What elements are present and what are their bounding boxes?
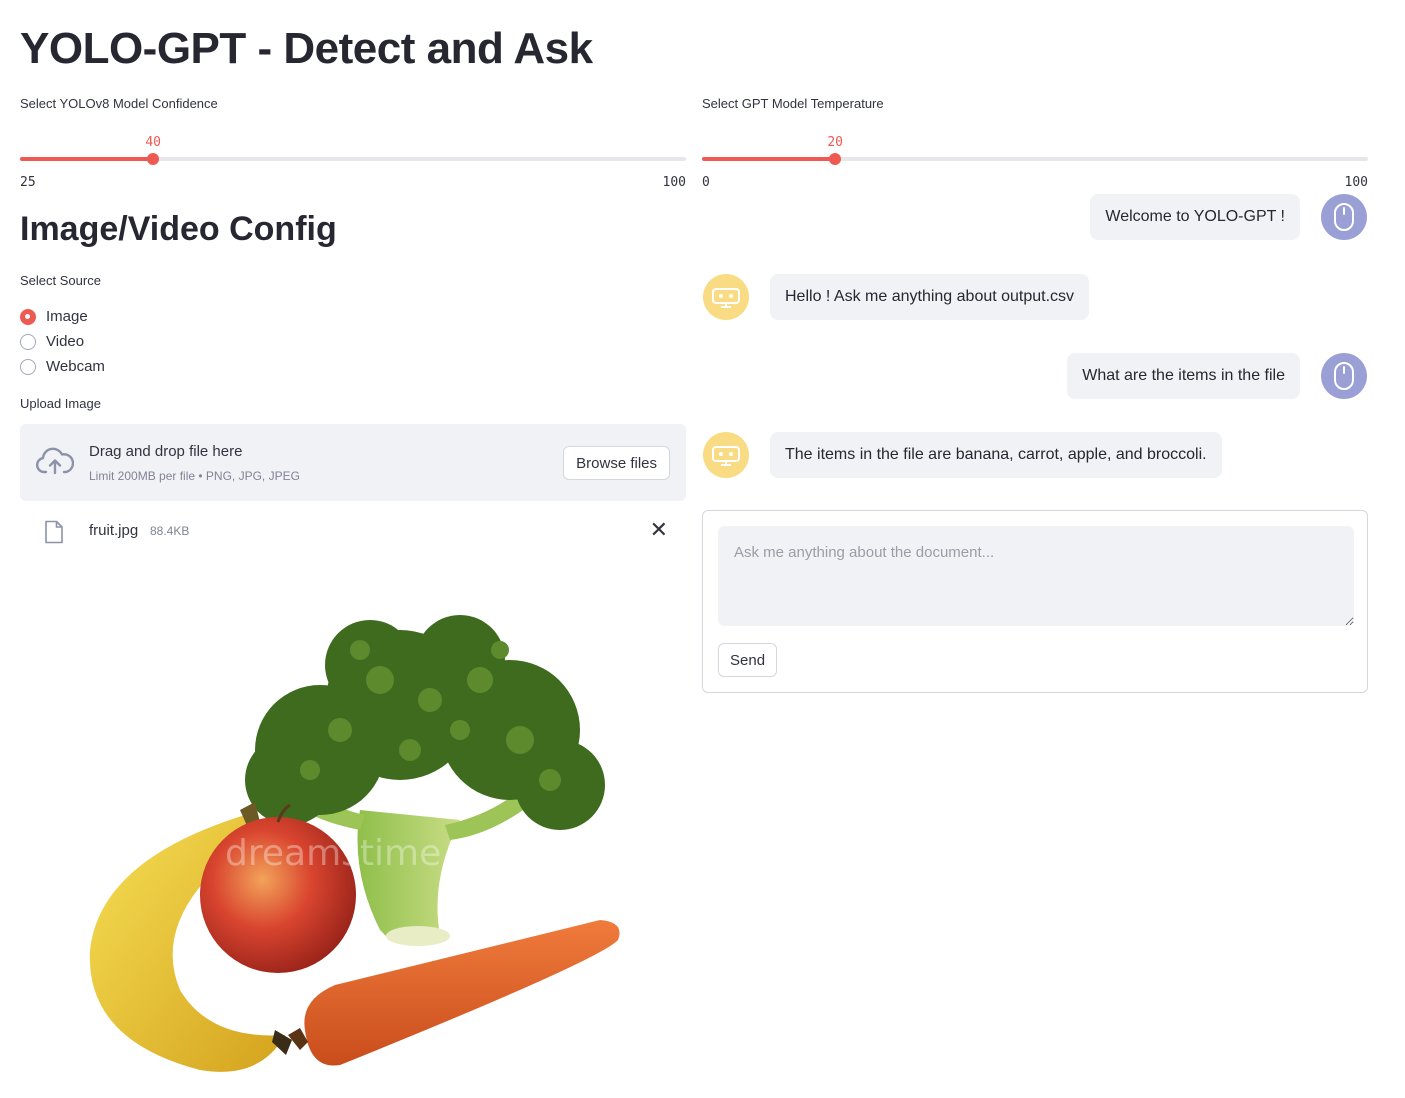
source-option-webcam[interactable]: Webcam [20, 354, 105, 379]
temperature-slider[interactable]: Select GPT Model Temperature 20 0 100 [702, 96, 1368, 190]
confidence-slider-track[interactable] [20, 157, 686, 161]
temperature-slider-thumb[interactable] [829, 153, 842, 165]
chat-bubble: Hello ! Ask me anything about output.csv [770, 274, 1090, 320]
chat-message-user: Welcome to YOLO-GPT ! [1090, 194, 1367, 240]
chat-message-bot: Hello ! Ask me anything about output.csv [703, 274, 1090, 320]
mouse-icon [1334, 362, 1354, 390]
cloud-upload-icon [36, 447, 74, 475]
radio-unchecked-icon[interactable] [20, 358, 36, 375]
dropzone-limit: Limit 200MB per file • PNG, JPG, JPEG [89, 469, 300, 483]
file-dropzone[interactable]: Drag and drop file here Limit 200MB per … [20, 424, 686, 501]
chat-form: Send [702, 510, 1368, 693]
confidence-slider-max: 100 [662, 175, 686, 190]
chat-message-user: What are the items in the file [1067, 353, 1367, 399]
source-option-label: Video [46, 333, 85, 350]
file-name: fruit.jpg [89, 522, 139, 539]
chat-bubble: What are the items in the file [1067, 353, 1300, 399]
user-avatar [1321, 194, 1367, 240]
config-section-title: Image/Video Config [20, 210, 337, 248]
temperature-slider-fill [702, 157, 836, 161]
browse-files-button[interactable]: Browse files [563, 446, 670, 480]
bot-avatar [703, 274, 749, 320]
temperature-slider-track[interactable] [702, 157, 1368, 161]
source-label: Select Source [20, 273, 101, 288]
chat-input[interactable] [718, 526, 1354, 626]
file-icon [45, 520, 63, 544]
user-avatar [1321, 353, 1367, 399]
temperature-slider-value: 20 [827, 135, 844, 150]
confidence-slider[interactable]: Select YOLOv8 Model Confidence 40 25 100 [20, 96, 686, 190]
temperature-slider-min: 0 [702, 175, 710, 190]
file-size: 88.4KB [150, 524, 190, 538]
source-option-image[interactable]: Image [20, 304, 105, 329]
confidence-slider-min: 25 [20, 175, 36, 190]
remove-file-icon[interactable]: ✕ [650, 519, 668, 541]
mouse-icon [1334, 203, 1354, 231]
source-option-video[interactable]: Video [20, 329, 105, 354]
source-option-label: Image [46, 308, 88, 325]
uploaded-image: dreamstime [89, 615, 620, 1072]
confidence-slider-label: Select YOLOv8 Model Confidence [20, 96, 218, 111]
confidence-slider-fill [20, 157, 154, 161]
chat-bubble: Welcome to YOLO-GPT ! [1090, 194, 1300, 240]
uploaded-file: fruit.jpg 88.4KB ✕ [20, 512, 686, 552]
image-watermark: dreamstime [225, 833, 441, 874]
confidence-slider-thumb[interactable] [147, 153, 160, 165]
confidence-slider-value: 40 [145, 135, 162, 150]
temperature-slider-max: 100 [1344, 175, 1368, 190]
source-radio-group: Image Video Webcam [20, 304, 105, 379]
chat-message-bot: The items in the file are banana, carrot… [703, 432, 1222, 478]
chat-bubble: The items in the file are banana, carrot… [770, 432, 1222, 478]
dropzone-title: Drag and drop file here [89, 443, 243, 460]
robot-icon [712, 288, 740, 308]
radio-checked-icon[interactable] [20, 308, 36, 325]
bot-avatar [703, 432, 749, 478]
temperature-slider-label: Select GPT Model Temperature [702, 96, 884, 111]
send-button[interactable]: Send [718, 643, 778, 677]
source-option-label: Webcam [46, 358, 105, 375]
radio-unchecked-icon[interactable] [20, 333, 36, 350]
robot-icon [712, 446, 740, 466]
upload-label: Upload Image [20, 396, 101, 411]
page-title: YOLO-GPT - Detect and Ask [20, 24, 593, 73]
